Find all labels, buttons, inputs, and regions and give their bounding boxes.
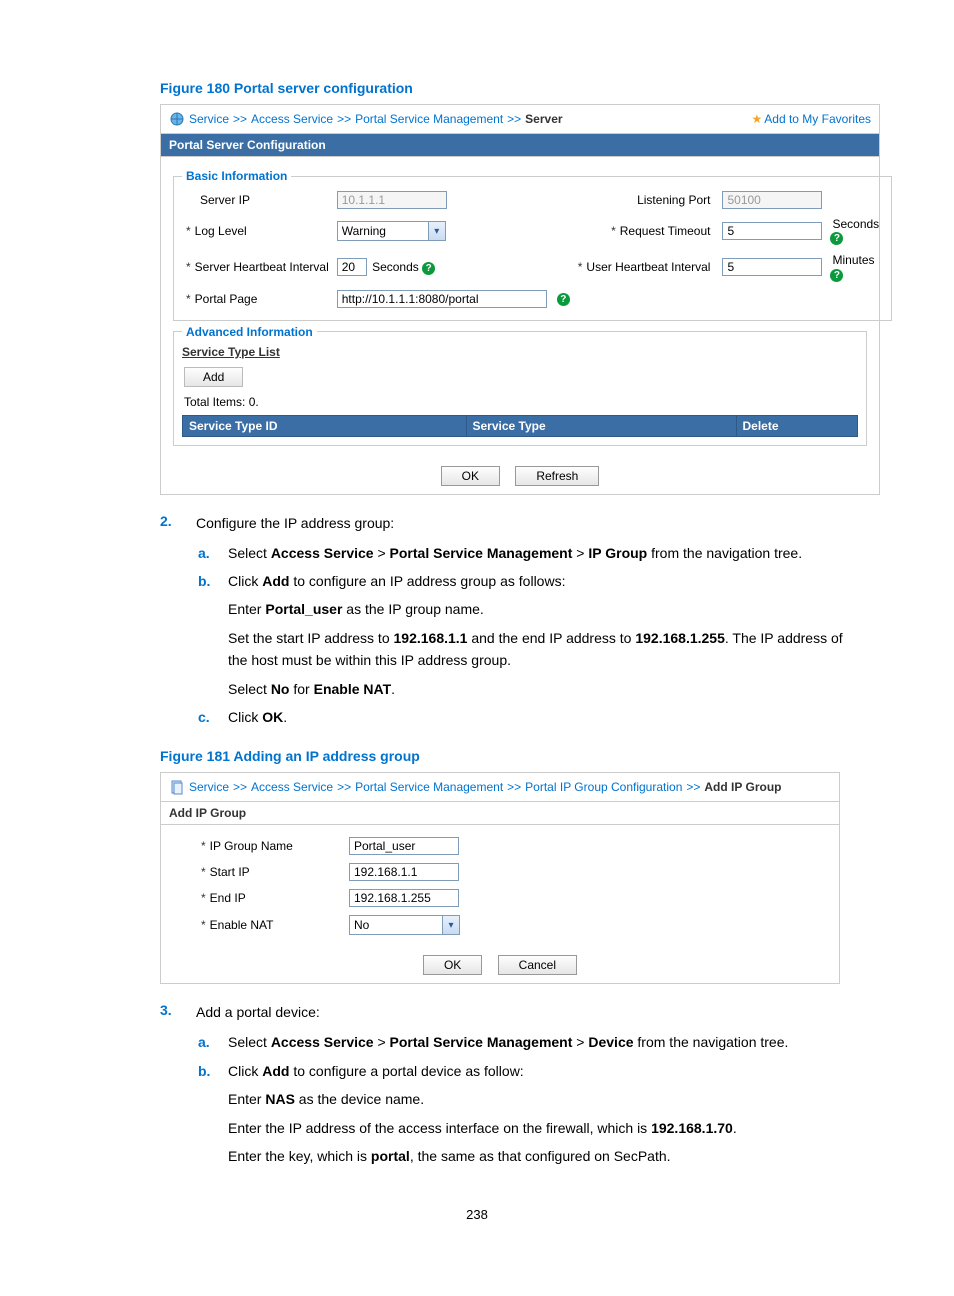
breadcrumb-current-server: Server xyxy=(525,112,562,126)
label-start-ip: Start IP xyxy=(171,859,345,885)
ok-button[interactable]: OK xyxy=(441,466,500,486)
sub-block-2b-1: Enter Portal_user as the IP group name. xyxy=(228,598,854,620)
label-listening-port: Listening Port xyxy=(574,187,719,213)
end-ip-input[interactable] xyxy=(349,889,459,907)
listening-port-input xyxy=(722,191,822,209)
page-number: 238 xyxy=(100,1207,854,1222)
unit-minutes: Minutes xyxy=(832,253,874,267)
col-delete[interactable]: Delete xyxy=(736,415,858,436)
sub-letter-2a: a. xyxy=(198,542,216,564)
fieldset-advanced-info: Advanced Information Service Type List A… xyxy=(173,325,867,446)
label-server-heartbeat-interval: Server Heartbeat Interval xyxy=(182,249,333,285)
sub-block-2b-2: Set the start IP address to 192.168.1.1 … xyxy=(228,627,854,672)
sub-block-3b-1: Enter NAS as the device name. xyxy=(228,1088,854,1110)
refresh-button[interactable]: Refresh xyxy=(515,466,599,486)
unit-seconds-shbi: Seconds xyxy=(372,260,419,274)
service-type-list-header: Service Type List xyxy=(182,343,858,363)
breadcrumb-access-service[interactable]: Access Service xyxy=(251,780,333,794)
start-ip-input[interactable] xyxy=(349,863,459,881)
label-request-timeout: Request Timeout xyxy=(574,213,719,249)
col-service-type-id[interactable]: Service Type ID xyxy=(183,415,467,436)
figure-180-title: Figure 180 Portal server configuration xyxy=(160,80,854,96)
legend-basic-info: Basic Information xyxy=(182,169,291,183)
sub-block-3b-3: Enter the key, which is portal, the same… xyxy=(228,1145,854,1167)
sub-text-3b: Click Add to configure a portal device a… xyxy=(228,1060,854,1082)
unit-seconds-rt: Seconds xyxy=(832,217,879,231)
panel-header-add-ip-group: Add IP Group xyxy=(161,801,839,825)
label-end-ip: End IP xyxy=(171,885,345,911)
help-icon[interactable]: ? xyxy=(557,293,570,306)
add-button[interactable]: Add xyxy=(184,367,243,387)
page-icon xyxy=(169,779,185,795)
cancel-button[interactable]: Cancel xyxy=(498,955,577,975)
user-heartbeat-input[interactable] xyxy=(722,258,822,276)
figure-181-title: Figure 181 Adding an IP address group xyxy=(160,748,854,764)
breadcrumb-access-service[interactable]: Access Service xyxy=(251,112,333,126)
sub-letter-3b: b. xyxy=(198,1060,216,1082)
step-text-3: Add a portal device: xyxy=(196,1002,854,1023)
label-server-ip: Server IP xyxy=(182,187,333,213)
breadcrumb-current-add-ip-group: Add IP Group xyxy=(704,780,781,794)
enable-nat-select[interactable]: ▾ xyxy=(349,915,460,935)
breadcrumb: Service >> Access Service >> Portal Serv… xyxy=(161,773,839,801)
sub-block-2b-3: Select No for Enable NAT. xyxy=(228,678,854,700)
breadcrumb-psm[interactable]: Portal Service Management xyxy=(355,780,503,794)
label-user-heartbeat-interval: User Heartbeat Interval xyxy=(574,249,719,285)
star-icon: ★ xyxy=(752,112,763,126)
screenshot-add-ip-group: Service >> Access Service >> Portal Serv… xyxy=(160,772,840,984)
col-service-type[interactable]: Service Type xyxy=(466,415,736,436)
step-text-2: Configure the IP address group: xyxy=(196,513,854,534)
total-items-label: Total Items: 0. xyxy=(182,391,858,413)
label-portal-page: Portal Page xyxy=(182,286,333,312)
sub-letter-3a: a. xyxy=(198,1031,216,1053)
portal-page-input[interactable] xyxy=(337,290,547,308)
breadcrumb-service[interactable]: Service xyxy=(189,780,229,794)
sub-text-2b: Click Add to configure an IP address gro… xyxy=(228,570,854,592)
help-icon[interactable]: ? xyxy=(830,232,843,245)
breadcrumb-pipg[interactable]: Portal IP Group Configuration xyxy=(525,780,682,794)
panel-header-portal-server: Portal Server Configuration xyxy=(161,133,879,157)
sub-text-3a: Select Access Service > Portal Service M… xyxy=(228,1031,854,1053)
step-number-2: 2. xyxy=(160,513,178,534)
add-to-favorites-link[interactable]: ★ Add to My Favorites xyxy=(752,112,871,126)
breadcrumb-portal-service-mgmt[interactable]: Portal Service Management xyxy=(355,112,503,126)
help-icon[interactable]: ? xyxy=(422,262,435,275)
chevron-down-icon[interactable]: ▾ xyxy=(442,916,459,934)
step-number-3: 3. xyxy=(160,1002,178,1023)
screenshot-portal-server-config: Service >> Access Service >> Portal Serv… xyxy=(160,104,880,495)
breadcrumb-service[interactable]: Service xyxy=(189,112,229,126)
sub-letter-2b: b. xyxy=(198,570,216,592)
sub-letter-2c: c. xyxy=(198,706,216,728)
chevron-down-icon[interactable]: ▾ xyxy=(428,222,445,240)
label-enable-nat: Enable NAT xyxy=(171,911,345,939)
server-heartbeat-input[interactable] xyxy=(337,258,367,276)
log-level-select[interactable]: ▾ xyxy=(337,221,446,241)
label-ip-group-name: IP Group Name xyxy=(171,833,345,859)
ip-group-name-input[interactable] xyxy=(349,837,459,855)
sub-text-2c: Click OK. xyxy=(228,706,854,728)
breadcrumb: Service >> Access Service >> Portal Serv… xyxy=(161,105,879,133)
fieldset-basic-info: Basic Information Server IP Listening Po… xyxy=(173,169,892,321)
service-type-table: Service Type ID Service Type Delete xyxy=(182,415,858,437)
sub-block-3b-2: Enter the IP address of the access inter… xyxy=(228,1117,854,1139)
ok-button[interactable]: OK xyxy=(423,955,482,975)
server-ip-input xyxy=(337,191,447,209)
legend-advanced-info: Advanced Information xyxy=(182,325,317,339)
label-log-level: Log Level xyxy=(182,213,333,249)
globe-icon xyxy=(169,111,185,127)
sub-text-2a: Select Access Service > Portal Service M… xyxy=(228,542,854,564)
help-icon[interactable]: ? xyxy=(830,269,843,282)
request-timeout-input[interactable] xyxy=(722,222,822,240)
